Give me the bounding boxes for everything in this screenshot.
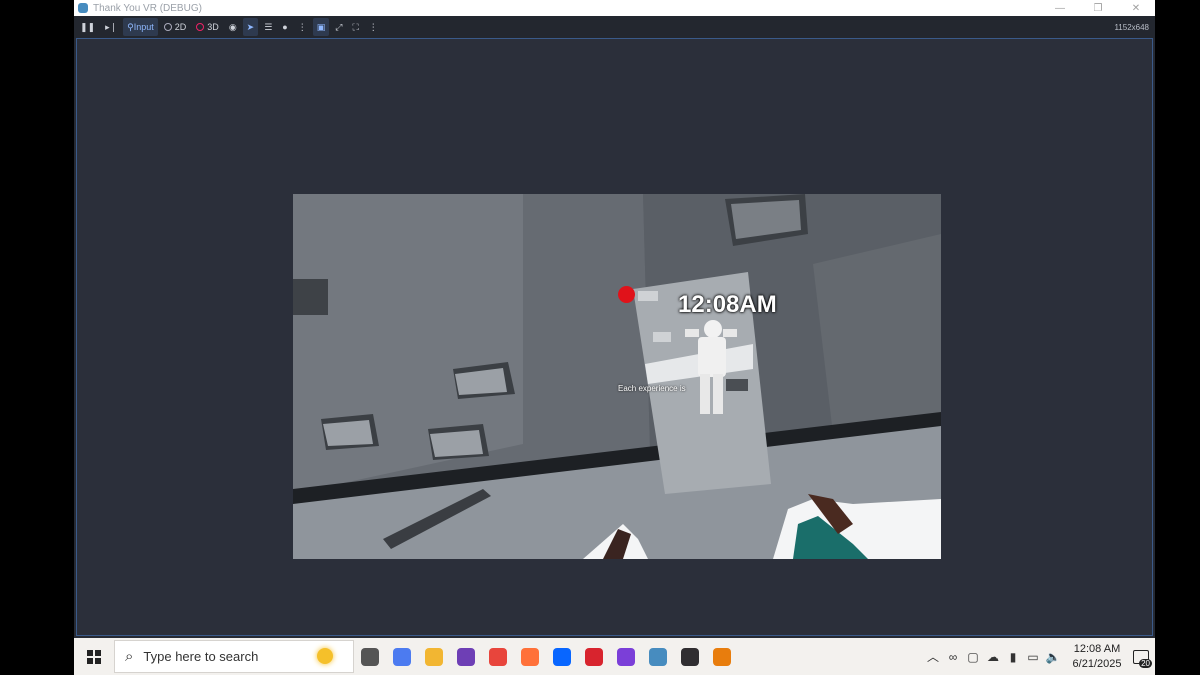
godot-taskbar-button[interactable] — [642, 638, 674, 675]
3d-dot-icon — [196, 23, 205, 31]
start-button[interactable] — [74, 638, 114, 675]
mode-2d-button[interactable]: 2D — [160, 18, 191, 36]
more-vertical-icon: ⋮ — [368, 21, 378, 32]
game-viewport[interactable]: 12:08AM Each experience is — [76, 38, 1153, 636]
file-explorer-icon — [425, 647, 443, 666]
desktop-screen: Thank You VR (DEBUG) — ❐ ✕ ❚❚ ▸❘ ⚲ Input… — [74, 0, 1155, 675]
more-options-button[interactable]: ⋮ — [294, 18, 311, 36]
joystick-icon: ⚲ — [127, 21, 134, 32]
pause-button[interactable]: ❚❚ — [76, 18, 99, 36]
clock-time: 12:08 AM — [1073, 642, 1121, 655]
debug-toolbar: ❚❚ ▸❘ ⚲ Input 2D 3D ◉ ➤ ☰ ● ⋮ ▣ ⤢ ⛶ ⋮ 11… — [74, 16, 1155, 38]
recording-indicator — [618, 286, 635, 303]
app-red-icon — [585, 647, 603, 666]
system-tray: ︿ ∞ ▢ ☁ ▮ ▭ 🔈 12:08 AM 6/21/2025 20 — [923, 638, 1155, 675]
chrome-icon — [489, 647, 507, 666]
fullscreen-icon: ⛶ — [352, 21, 359, 32]
taskbar-clock[interactable]: 12:08 AM 6/21/2025 — [1067, 642, 1127, 672]
copilot-icon — [393, 647, 411, 666]
camera-override-icon: ▣ — [316, 21, 326, 32]
vr-game-view[interactable]: 12:08AM Each experience is — [293, 194, 941, 559]
pause-icon: ❚❚ — [80, 21, 96, 32]
godot-app-icon — [78, 3, 88, 13]
search-placeholder: Type here to search — [143, 649, 259, 664]
next-frame-button[interactable]: ▸❘ — [101, 18, 121, 36]
firefox-taskbar-button[interactable] — [514, 638, 546, 675]
step-icon: ▸❘ — [105, 21, 118, 32]
notification-center-button[interactable]: 20 — [1127, 638, 1155, 675]
fit-button[interactable]: ⤢ — [331, 18, 346, 36]
input-label: Input — [133, 22, 154, 32]
list-button[interactable]: ☰ — [260, 18, 276, 36]
obs-taskbar-button[interactable] — [674, 638, 706, 675]
input-mode-button[interactable]: ⚲ Input — [123, 18, 158, 36]
eye-icon: ◉ — [228, 21, 237, 32]
cursor-icon: ➤ — [246, 21, 255, 32]
volume-icon[interactable]: 🔈 — [1043, 650, 1063, 664]
meta-icon — [553, 647, 571, 666]
fit-icon: ⤢ — [335, 21, 343, 32]
blender-taskbar-button[interactable] — [706, 638, 738, 675]
weather-sun-icon — [317, 648, 333, 664]
notification-count: 20 — [1139, 659, 1152, 668]
camera-override-button[interactable]: ▣ — [312, 18, 330, 36]
copilot-taskbar-button[interactable] — [386, 638, 418, 675]
godot-icon — [649, 647, 667, 666]
task-view-icon — [361, 647, 379, 666]
task-view-taskbar-button[interactable] — [354, 638, 386, 675]
search-icon: ⌕ — [125, 648, 134, 665]
resolution-label: 1152x648 — [1114, 22, 1149, 32]
taskbar-search-box[interactable]: ⌕ Type here to search — [114, 640, 354, 673]
file-explorer-taskbar-button[interactable] — [418, 638, 450, 675]
usb-icon[interactable]: ▮ — [1003, 650, 1023, 664]
windows-icon — [87, 649, 101, 664]
app-purple-icon — [617, 647, 635, 666]
2d-dot-icon — [163, 23, 172, 31]
blender-icon — [713, 647, 731, 666]
meta-taskbar-button[interactable] — [546, 638, 578, 675]
camera-button[interactable]: ● — [278, 18, 291, 36]
in-game-caption: Each experience is — [618, 384, 686, 393]
obs-icon — [681, 647, 699, 666]
firefox-icon — [521, 647, 539, 666]
in-game-clock: 12:08AM — [678, 291, 777, 318]
fullscreen-button[interactable]: ⛶ — [348, 18, 362, 36]
chrome-taskbar-button[interactable] — [482, 638, 514, 675]
github-desktop-taskbar-button[interactable] — [450, 638, 482, 675]
network-icon[interactable]: ▭ — [1023, 650, 1043, 664]
app-purple-taskbar-button[interactable] — [610, 638, 642, 675]
window-title: Thank You VR (DEBUG) — [93, 2, 202, 14]
camera-icon: ● — [282, 22, 288, 32]
list-icon: ☰ — [264, 21, 273, 32]
show-hidden-icons-icon[interactable]: ︿ — [923, 648, 943, 665]
vr-scene — [293, 194, 941, 559]
close-button[interactable]: ✕ — [1117, 3, 1155, 14]
github-desktop-icon — [457, 647, 475, 666]
meta-tray-icon[interactable]: ∞ — [943, 650, 963, 664]
more-vertical-icon: ⋮ — [297, 21, 307, 32]
clock-date: 6/21/2025 — [1072, 657, 1122, 670]
app-red-taskbar-button[interactable] — [578, 638, 610, 675]
visibility-button[interactable]: ◉ — [225, 18, 241, 36]
mode-2d-label: 2D — [174, 22, 187, 32]
select-button[interactable]: ➤ — [242, 18, 259, 36]
mode-3d-button[interactable]: 3D — [192, 18, 223, 36]
window-title-bar: Thank You VR (DEBUG) — ❐ ✕ — [74, 0, 1155, 16]
mode-3d-label: 3D — [207, 22, 219, 32]
more-options-button-2[interactable]: ⋮ — [365, 18, 382, 36]
restore-button[interactable]: ❐ — [1079, 3, 1117, 14]
minimize-button[interactable]: — — [1041, 3, 1079, 14]
app-tray-icon[interactable]: ▢ — [963, 650, 983, 664]
taskbar: ⌕ Type here to search ︿ ∞ ▢ ☁ ▮ ▭ 🔈 12:0… — [74, 638, 1155, 675]
cloud-icon[interactable]: ☁ — [983, 650, 1003, 664]
pinned-apps — [354, 638, 738, 675]
